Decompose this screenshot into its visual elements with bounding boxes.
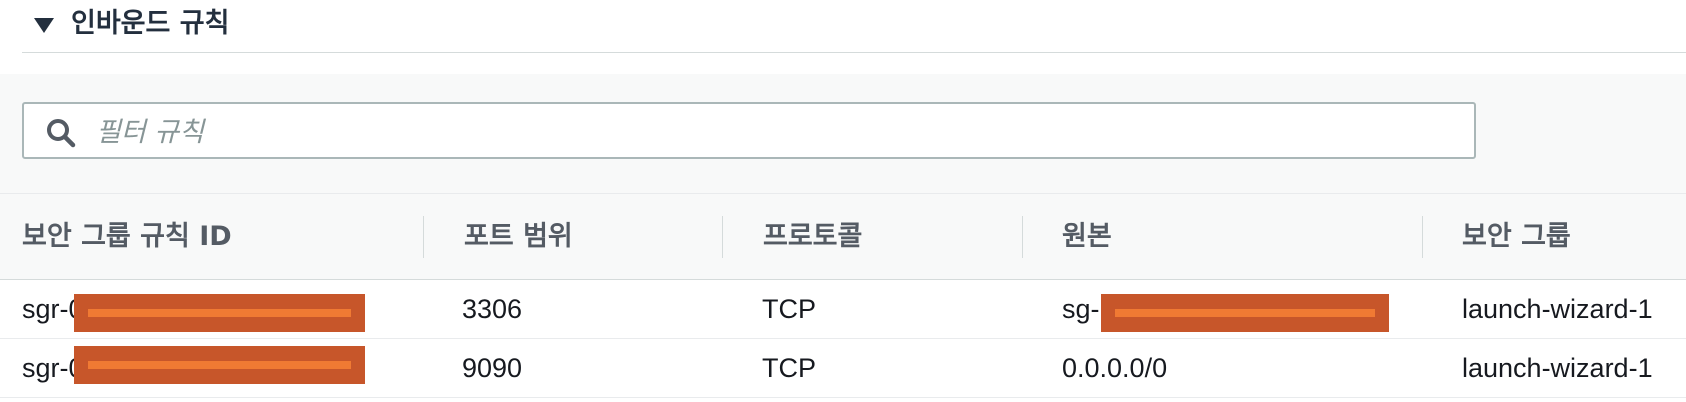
- section-title: 인바운드 규칙: [71, 8, 230, 39]
- divider: [22, 52, 1686, 53]
- table-row[interactable]: sgr-0 9090 TCP 0.0.0.0/0 launch-wizard-1: [0, 339, 1686, 398]
- cell-port-range: 9090: [462, 353, 523, 383]
- redaction-mark: [74, 346, 365, 384]
- inbound-rules-table: 보안 그룹 규칙 ID 포트 범위 프로토콜 원본 보안 그룹 sgr-0 33…: [0, 194, 1686, 398]
- column-header-port-range[interactable]: 포트 범위: [464, 194, 573, 279]
- column-header-rule-id[interactable]: 보안 그룹 규칙 ID: [22, 194, 232, 279]
- column-resizer[interactable]: [423, 216, 424, 258]
- redaction-mark: [1101, 294, 1389, 332]
- column-header-protocol[interactable]: 프로토콜: [763, 194, 862, 279]
- filter-rules-input[interactable]: [94, 114, 1458, 150]
- cell-protocol: TCP: [762, 353, 816, 383]
- cell-protocol: TCP: [762, 294, 816, 324]
- inbound-rules-section-header[interactable]: 인바운드 규칙: [0, 0, 1686, 74]
- table-row[interactable]: sgr-0 3306 TCP sg- launch-wizard-1: [0, 280, 1686, 339]
- redaction-mark: [74, 294, 365, 332]
- column-resizer[interactable]: [1022, 216, 1023, 258]
- cell-source[interactable]: sg-: [1062, 280, 1100, 338]
- table-header: 보안 그룹 규칙 ID 포트 범위 프로토콜 원본 보안 그룹: [0, 194, 1686, 280]
- cell-security-group[interactable]: launch-wizard-1: [1462, 339, 1653, 397]
- filter-search-box[interactable]: [22, 102, 1476, 159]
- column-header-security-group[interactable]: 보안 그룹: [1462, 194, 1571, 279]
- column-resizer[interactable]: [1422, 216, 1423, 258]
- caret-down-icon[interactable]: [34, 18, 54, 33]
- column-header-source[interactable]: 원본: [1062, 194, 1112, 279]
- column-resizer[interactable]: [722, 216, 723, 258]
- cell-port-range: 3306: [462, 294, 523, 324]
- search-icon: [47, 119, 76, 148]
- cell-source: 0.0.0.0/0: [1062, 353, 1168, 383]
- cell-security-group[interactable]: launch-wizard-1: [1462, 280, 1653, 338]
